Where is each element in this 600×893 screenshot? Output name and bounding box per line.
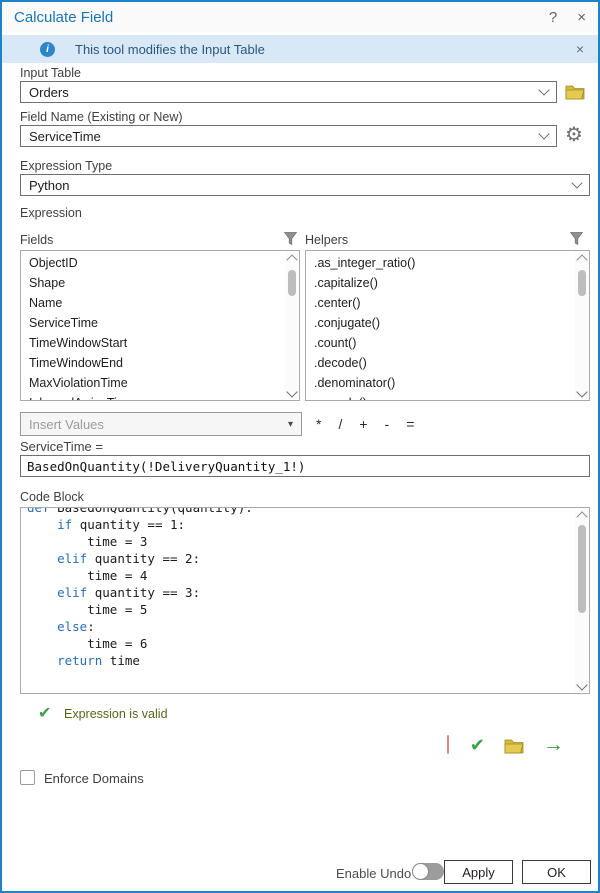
fields-panel-label: Fields [20,233,53,247]
code-line: time = 6 [27,635,573,652]
code-line: time = 4 [27,567,573,584]
code-line: time = 3 [27,533,573,550]
info-banner: i This tool modifies the Input Table × [2,35,598,63]
list-item[interactable]: TimeWindowStart [21,333,284,353]
list-item[interactable]: = [406,416,414,432]
expression-toolbar: ✔ → [445,733,564,757]
gear-icon[interactable]: ⚙ [565,125,583,145]
list-item[interactable]: + [359,416,367,432]
operator-buttons: * / + -= [316,412,414,436]
list-item[interactable]: - [385,416,390,432]
expression-input[interactable] [20,455,590,477]
banner-message: This tool modifies the Input Table [75,42,265,57]
enforce-domains-checkbox[interactable] [20,770,35,785]
scroll-down-icon[interactable] [286,386,297,397]
scroll-down-icon[interactable] [576,679,587,690]
expression-section-label: Expression [20,206,82,220]
code-line: if quantity == 1: [27,516,573,533]
expression-type-combobox[interactable]: Python [20,174,590,196]
input-table-value: Orders [29,85,69,100]
scroll-up-icon[interactable] [286,254,297,265]
calculate-field-dialog: Calculate Field ? × i This tool modifies… [0,0,600,893]
ok-button[interactable]: OK [522,860,591,884]
helpers-list: .as_integer_ratio().capitalize().center(… [306,253,574,400]
browse-folder-icon[interactable] [565,83,585,100]
insert-values-label: Insert Values [29,417,104,432]
chevron-down-icon [538,84,549,95]
field-name-label: Field Name (Existing or New) [20,110,183,124]
info-icon: i [40,42,55,57]
list-item[interactable]: * [316,416,321,432]
toggle-knob [412,863,429,880]
code-line: elif quantity == 3: [27,584,573,601]
apply-button[interactable]: Apply [444,860,513,884]
list-item[interactable]: .center() [306,293,574,313]
close-icon[interactable]: × [577,9,586,26]
dialog-title: Calculate Field [14,9,113,26]
helpers-panel-label: Helpers [305,233,348,247]
fields-listbox[interactable]: ObjectIDShapeNameServiceTimeTimeWindowSt… [20,250,300,401]
enforce-domains-label: Enforce Domains [44,771,144,786]
list-item[interactable]: ServiceTime [21,313,284,333]
list-item[interactable]: .as_integer_ratio() [306,253,574,273]
code-line: def BasedOnQuantity(quantity): [27,507,573,516]
scroll-up-icon[interactable] [576,254,587,265]
code-content: def BasedOnQuantity(quantity): if quanti… [27,507,573,693]
helpers-scrollbar[interactable] [575,252,588,399]
valid-check-icon: ✔ [38,703,51,723]
chevron-down-icon [538,128,549,139]
enable-undo-toggle[interactable] [412,863,444,880]
dropdown-arrow-icon: ▾ [288,419,293,430]
fields-filter-icon[interactable] [283,231,298,246]
code-line: else: [27,618,573,635]
list-item[interactable]: / [338,416,342,432]
list-item[interactable]: InboundArriveTime [21,393,284,400]
list-item[interactable]: Name [21,293,284,313]
code-block-label: Code Block [20,490,84,504]
import-expression-folder-icon[interactable] [504,737,524,754]
list-item[interactable]: .encode() [306,393,574,400]
expression-type-value: Python [29,178,69,193]
fields-scrollbar[interactable] [285,252,298,399]
export-expression-icon[interactable]: → [543,735,564,755]
code-line: time = 5 [27,601,573,618]
list-item[interactable]: TimeWindowEnd [21,353,284,373]
field-name-value: ServiceTime [29,129,101,144]
list-item[interactable]: .conjugate() [306,313,574,333]
helpers-listbox[interactable]: .as_integer_ratio().capitalize().center(… [305,250,590,401]
list-item[interactable]: .decode() [306,353,574,373]
input-table-combobox[interactable]: Orders [20,81,557,103]
scrollbar-thumb[interactable] [288,270,296,296]
list-item[interactable]: Shape [21,273,284,293]
eraser-icon [447,735,449,754]
scroll-down-icon[interactable] [576,386,587,397]
verify-expression-icon[interactable]: ✔ [470,735,485,756]
chevron-down-icon [571,177,582,188]
help-icon[interactable]: ? [549,9,557,26]
input-table-label: Input Table [20,66,81,80]
list-item[interactable]: ObjectID [21,253,284,273]
banner-close-icon[interactable]: × [576,41,584,57]
scrollbar-thumb[interactable] [578,525,586,613]
scrollbar-thumb[interactable] [578,270,586,296]
field-name-combobox[interactable]: ServiceTime [20,125,557,147]
validation-message: Expression is valid [64,707,168,721]
fields-list: ObjectIDShapeNameServiceTimeTimeWindowSt… [21,253,284,400]
list-item[interactable]: MaxViolationTime [21,373,284,393]
list-item[interactable]: .count() [306,333,574,353]
expression-type-label: Expression Type [20,159,112,173]
insert-values-dropdown[interactable]: Insert Values ▾ [20,412,302,436]
list-item[interactable]: .denominator() [306,373,574,393]
code-block-editor[interactable]: def BasedOnQuantity(quantity): if quanti… [20,507,590,694]
code-line: return time [27,652,573,669]
code-line: elif quantity == 2: [27,550,573,567]
expression-target-label: ServiceTime = [20,439,103,454]
clear-expression-icon[interactable] [445,732,451,758]
scroll-up-icon[interactable] [576,511,587,522]
enable-undo-label: Enable Undo [336,866,411,881]
helpers-filter-icon[interactable] [569,231,584,246]
list-item[interactable]: .capitalize() [306,273,574,293]
code-scrollbar[interactable] [575,509,588,692]
title-bar: Calculate Field ? × [2,2,598,32]
